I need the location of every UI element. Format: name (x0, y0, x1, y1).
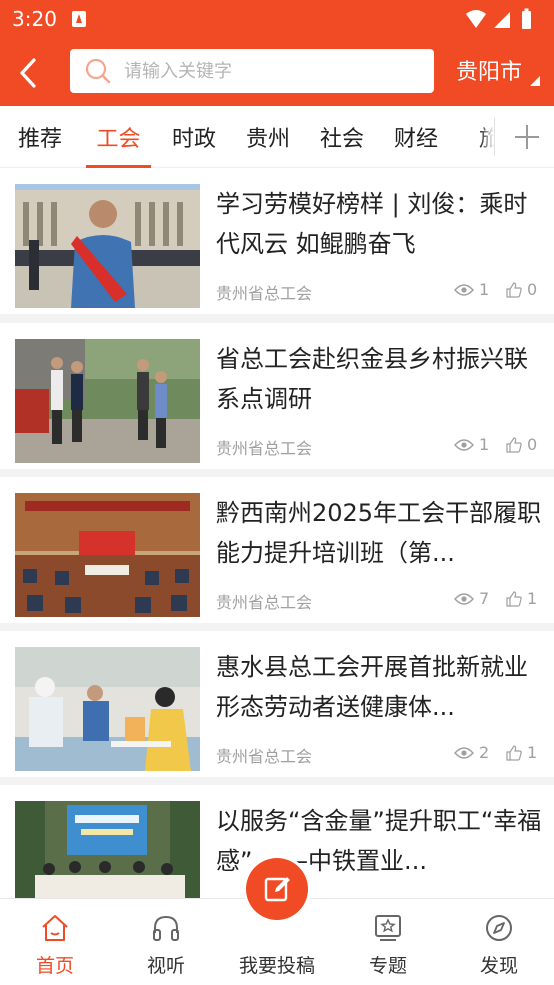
signal-icon (494, 12, 510, 28)
wifi-icon (466, 10, 486, 28)
article-title: 省总工会赴织金县乡村振兴联系点调研 (216, 345, 528, 413)
status-time: 3:20 (12, 7, 57, 31)
home-icon (42, 915, 68, 941)
tab-society[interactable]: 社会 (305, 106, 379, 168)
like-count-value: 1 (527, 743, 538, 762)
eye-icon (454, 746, 474, 759)
status-bar: 3:20 (0, 0, 554, 40)
like-count[interactable]: 1 (506, 743, 537, 762)
article-title: 惠水县总工会开展首批新就业形态劳动者送健康体... (216, 653, 528, 721)
header: 贵阳市 (0, 40, 554, 106)
battery-icon (522, 11, 531, 29)
tab-finance[interactable]: 财经 (379, 106, 453, 168)
compass-icon (486, 915, 512, 941)
search-input[interactable] (124, 60, 404, 82)
tab-guizhou[interactable]: 贵州 (231, 106, 305, 168)
thumbs-up-icon (506, 744, 522, 761)
article-source: 贵州省总工会 (216, 593, 313, 612)
view-count: 1 (454, 435, 489, 454)
tab-divider (494, 118, 495, 156)
article-source: 贵州省总工会 (216, 439, 313, 458)
eye-icon (454, 592, 474, 605)
article-thumbnail (15, 339, 200, 463)
channel-tabs: 推荐 工会 时政 贵州 社会 财经 旅 (0, 106, 554, 168)
view-count: 7 (454, 589, 489, 608)
like-count-value: 0 (527, 435, 538, 454)
nav-topics-label: 专题 (368, 955, 407, 977)
city-selector[interactable]: 贵阳市 (456, 54, 522, 86)
nav-discover[interactable]: 发现 (444, 899, 554, 985)
thumbs-up-icon (506, 281, 522, 298)
article-thumbnail (15, 801, 200, 898)
add-channel-button[interactable] (500, 106, 554, 168)
tab-recommend[interactable]: 推荐 (0, 106, 80, 168)
nav-topics[interactable]: 专题 (333, 899, 443, 985)
view-count-value: 1 (479, 435, 490, 454)
list-item[interactable]: 惠水县总工会开展首批新就业形态劳动者送健康体... 贵州省总工会 2 1 (0, 631, 554, 777)
notification-a-icon (72, 11, 86, 27)
view-count: 1 (454, 280, 489, 299)
nav-home[interactable]: 首页 (0, 899, 110, 985)
search-icon (84, 57, 112, 85)
like-count[interactable]: 0 (506, 280, 537, 299)
article-source: 贵州省总工会 (216, 284, 313, 303)
back-arrow-icon (20, 58, 36, 88)
view-count-value: 1 (479, 280, 490, 299)
tab-union[interactable]: 工会 (80, 106, 157, 168)
nav-submit-label: 我要投稿 (238, 955, 315, 977)
star-board-icon (375, 915, 401, 941)
submit-post-button[interactable] (246, 858, 308, 920)
article-list[interactable]: 学习劳模好榜样 | 刘俊：乘时代风云 如鲲鹏奋飞 贵州省总工会 1 0 省总工会… (0, 168, 554, 898)
like-count[interactable]: 1 (506, 589, 537, 608)
tab-politics[interactable]: 时政 (157, 106, 231, 168)
view-count-value: 2 (479, 743, 490, 762)
list-item[interactable]: 黔西南州2025年工会干部履职能力提升培训班（第... 贵州省总工会 7 1 (0, 477, 554, 623)
nav-media-label: 视听 (146, 955, 185, 977)
search-box[interactable] (70, 49, 434, 93)
nav-media[interactable]: 视听 (111, 899, 221, 985)
tab-fade (480, 116, 494, 158)
article-source: 贵州省总工会 (216, 747, 313, 766)
article-thumbnail (15, 647, 200, 771)
nav-discover-label: 发现 (479, 955, 518, 977)
edit-icon (264, 877, 290, 902)
thumbs-up-icon (506, 590, 522, 607)
article-title: 学习劳模好榜样 | 刘俊：乘时代风云 如鲲鹏奋飞 (216, 190, 528, 258)
like-count[interactable]: 0 (506, 435, 537, 454)
headphones-icon (153, 915, 179, 941)
like-count-value: 0 (527, 280, 538, 299)
article-title: 黔西南州2025年工会干部履职能力提升培训班（第... (216, 499, 542, 567)
list-item[interactable]: 学习劳模好榜样 | 刘俊：乘时代风云 如鲲鹏奋飞 贵州省总工会 1 0 (0, 168, 554, 314)
view-count: 2 (454, 743, 489, 762)
status-icons (466, 8, 531, 29)
view-count-value: 7 (479, 589, 490, 608)
back-button[interactable] (8, 52, 48, 94)
article-thumbnail (15, 184, 200, 308)
eye-icon (454, 283, 474, 296)
article-thumbnail (15, 493, 200, 617)
thumbs-up-icon (506, 436, 522, 453)
plus-icon (515, 125, 539, 149)
list-item[interactable]: 省总工会赴织金县乡村振兴联系点调研 贵州省总工会 1 0 (0, 323, 554, 469)
eye-icon (454, 438, 474, 451)
city-caret-icon (530, 76, 540, 86)
tab-scroll[interactable]: 推荐 工会 时政 贵州 社会 财经 旅 (0, 106, 494, 168)
nav-home-label: 首页 (35, 955, 74, 977)
like-count-value: 1 (527, 589, 538, 608)
